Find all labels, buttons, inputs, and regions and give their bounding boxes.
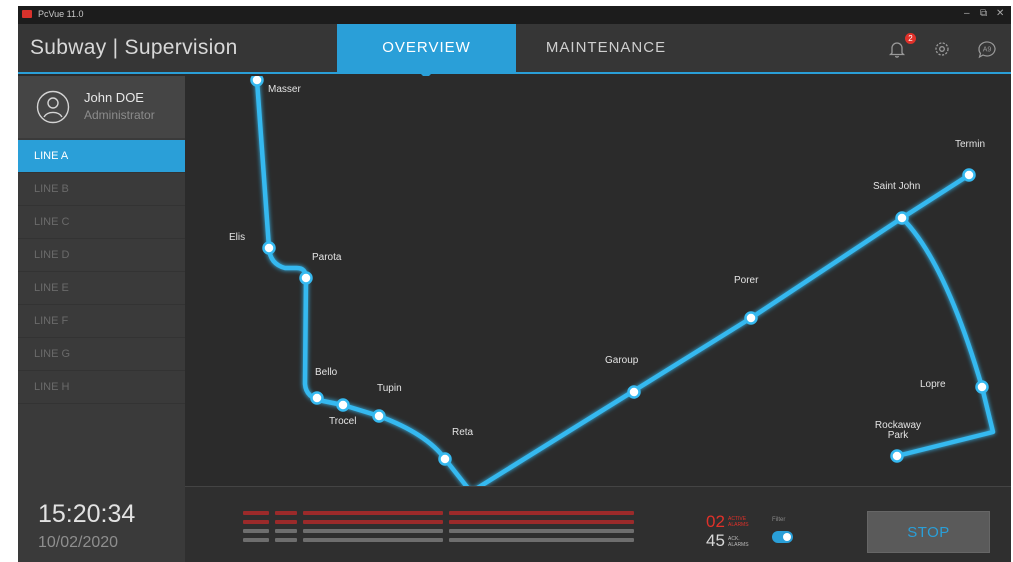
sidebar-item-line-a[interactable]: LINE A xyxy=(18,140,192,173)
station-label-trocel: Trocel xyxy=(329,416,357,427)
station-marker-garoup[interactable] xyxy=(627,385,641,399)
station-marker-bello[interactable] xyxy=(310,391,324,405)
sidebar-item-line-h[interactable]: LINE H xyxy=(18,371,185,404)
sidebar-item-line-b[interactable]: LINE B xyxy=(18,173,185,206)
station-label-tupin: Tupin xyxy=(377,383,402,394)
alarm-log-cell xyxy=(449,520,634,524)
station-label-termin: Termin xyxy=(955,139,986,150)
window-title: PcVue 11.0 xyxy=(38,9,84,19)
chat-icon-text: A9 xyxy=(983,47,992,54)
alarm-log-cell xyxy=(243,520,269,524)
sidebar-item-line-g[interactable]: LINE G xyxy=(18,338,185,371)
sidebar-item-line-d[interactable]: LINE D xyxy=(18,239,185,272)
alarm-log-row[interactable] xyxy=(243,520,703,526)
tab-maintenance[interactable]: MAINTENANCE xyxy=(516,24,696,72)
station-marker-trocel[interactable] xyxy=(336,398,350,412)
station-marker-termin[interactable] xyxy=(962,168,976,182)
alarm-log-cell xyxy=(303,529,443,533)
ack-alarm-count: 45 xyxy=(706,531,725,550)
station-label-lopre: Lopre xyxy=(920,379,946,390)
alarm-log-cell xyxy=(449,529,634,533)
alarm-log-cell xyxy=(303,520,443,524)
filter-toggle-knob xyxy=(783,533,791,541)
app-logo-icon xyxy=(22,10,32,18)
alarm-log xyxy=(243,511,703,547)
alarm-log-cell xyxy=(275,511,297,515)
user-avatar-icon xyxy=(36,90,70,124)
sidebar: John DOE Administrator LINE A LINE B LIN… xyxy=(18,76,192,562)
active-alarm-count: 02 xyxy=(706,512,725,531)
alarm-log-cell xyxy=(449,538,634,542)
app-brand: Subway | Supervision xyxy=(30,36,238,59)
alarm-log-cell xyxy=(275,538,297,542)
alarm-log-cell xyxy=(303,538,443,542)
clock-date: 10/02/2020 xyxy=(38,534,119,551)
line-list: LINE A LINE B LINE C LINE D LINE E LINE … xyxy=(18,140,192,404)
station-marker-saint-john[interactable] xyxy=(895,211,909,225)
stop-button[interactable]: STOP xyxy=(867,511,990,553)
notification-badge: 2 xyxy=(905,33,916,44)
chat-icon[interactable]: A9 xyxy=(976,38,998,60)
alarm-log-row[interactable] xyxy=(243,511,703,517)
filter-label: Filter xyxy=(772,517,786,523)
station-label-saint-john: Saint John xyxy=(873,181,921,192)
station-marker-tupin[interactable] xyxy=(372,409,386,423)
alarm-log-cell xyxy=(303,511,443,515)
restore-button[interactable]: ⧉ xyxy=(980,8,987,19)
station-marker-masser[interactable] xyxy=(250,76,264,87)
alarm-log-cell xyxy=(275,529,297,533)
minimize-button[interactable]: – xyxy=(964,8,970,19)
alarm-log-row[interactable] xyxy=(243,529,703,535)
line-map: Masser Elis Parota Bello Trocel Tupin Re… xyxy=(185,76,1011,486)
station-marker-rockaway-park[interactable] xyxy=(890,449,904,463)
station-marker-parota[interactable] xyxy=(299,271,313,285)
app-header: Subway | Supervision OVERVIEW MAINTENANC… xyxy=(18,24,1011,79)
station-marker-porer[interactable] xyxy=(744,311,758,325)
station-label-bello: Bello xyxy=(315,367,338,378)
station-label-parota: Parota xyxy=(312,252,342,263)
bell-icon[interactable] xyxy=(886,38,908,60)
user-role: Administrator xyxy=(84,108,155,122)
alarm-log-cell xyxy=(449,511,634,515)
gear-icon[interactable] xyxy=(931,38,953,60)
active-alarm-label: ACTIVE ALARMS xyxy=(728,516,749,528)
alarm-log-cell xyxy=(243,538,269,542)
ack-alarm-label: ACK. ALARMS xyxy=(728,536,749,548)
alarm-log-cell xyxy=(243,511,269,515)
station-label-reta: Reta xyxy=(452,427,474,438)
close-button[interactable]: ✕ xyxy=(996,8,1004,19)
sidebar-item-line-e[interactable]: LINE E xyxy=(18,272,185,305)
station-markers xyxy=(250,76,989,466)
station-label-rockaway-park: Rockaway Park xyxy=(874,420,922,441)
filter-toggle[interactable] xyxy=(772,531,793,543)
user-name: John DOE xyxy=(84,90,144,105)
station-label-masser: Masser xyxy=(268,84,301,95)
sidebar-item-line-f[interactable]: LINE F xyxy=(18,305,185,338)
alarm-log-row[interactable] xyxy=(243,538,703,544)
sidebar-item-line-c[interactable]: LINE C xyxy=(18,206,185,239)
station-label-garoup: Garoup xyxy=(605,355,639,366)
alarm-log-cell xyxy=(243,529,269,533)
app-window: PcVue 11.0 – ⧉ ✕ Subway | Supervision OV… xyxy=(18,6,1011,562)
alarm-bar: 02 ACTIVE ALARMS 45 ACK. ALARMS Filter S… xyxy=(185,486,1011,562)
station-label-elis: Elis xyxy=(229,232,246,243)
station-marker-reta[interactable] xyxy=(438,452,452,466)
tab-overview[interactable]: OVERVIEW xyxy=(337,24,516,72)
title-bar: PcVue 11.0 – ⧉ ✕ xyxy=(18,6,1011,24)
station-marker-elis[interactable] xyxy=(262,241,276,255)
station-marker-lopre[interactable] xyxy=(975,380,989,394)
station-label-porer: Porer xyxy=(734,275,759,286)
alarm-log-cell xyxy=(275,520,297,524)
clock-time: 15:20:34 xyxy=(38,500,136,528)
user-panel: John DOE Administrator xyxy=(18,76,185,138)
